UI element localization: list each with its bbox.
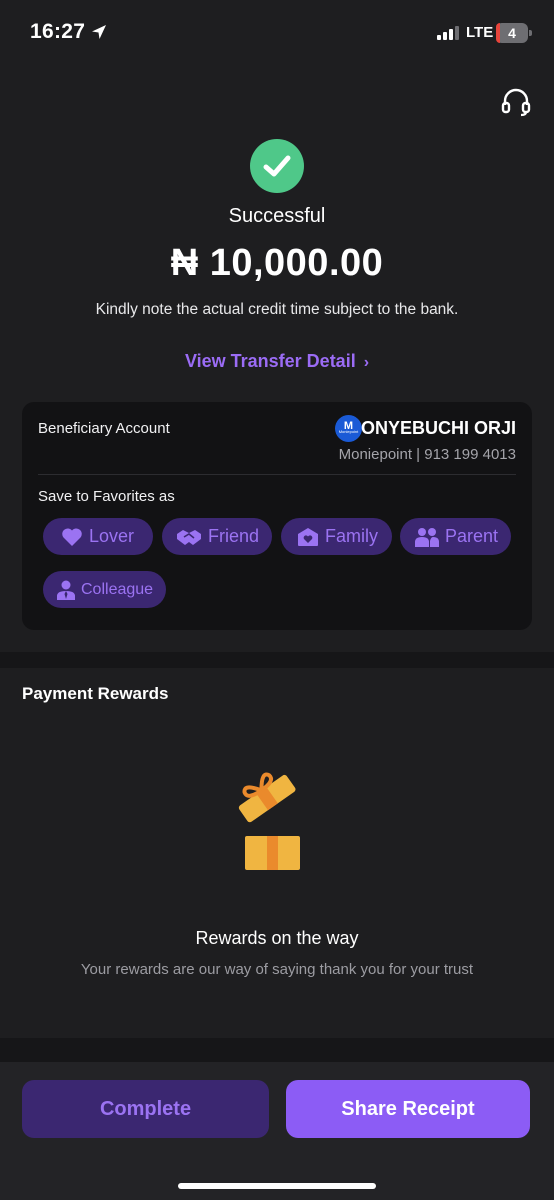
favorite-chip-parent[interactable]: Parent [400,518,511,555]
section-separator [0,652,554,668]
favorite-chip-label: Lover [89,526,135,546]
favorite-chip-family[interactable]: Family [281,518,392,555]
favorite-chip-label: Friend [208,526,260,546]
battery-tip [529,30,532,36]
favorite-chip-label: Family [325,526,378,546]
headset-icon[interactable] [500,86,532,118]
status-bar: 16:27 LTE 4 [0,0,554,64]
share-receipt-button[interactable]: Share Receipt [286,1080,530,1138]
payment-rewards-title: Payment Rewards [22,684,169,703]
battery-level: 4 [508,25,516,41]
handshake-icon [177,529,201,545]
battery-icon: 4 [496,23,528,43]
rewards-heading: Rewards on the way [195,928,359,948]
status-time: 16:27 [30,20,86,43]
bank-logo-text: Moniepoint [338,429,359,434]
beneficiary-label: Beneficiary Account [38,420,170,437]
signal-icon [437,26,459,40]
section-separator [0,1038,554,1062]
favorite-chip-friend[interactable]: Friend [162,518,272,555]
divider [38,474,516,475]
favorite-chip-lover[interactable]: Lover [43,518,153,555]
beneficiary-account: Moniepoint | 913 199 4013 [338,446,516,463]
favorite-chip-label: Parent [445,526,499,546]
transfer-amount: ₦ 10,000.00 [170,242,384,284]
chevron-right-icon: › [363,354,370,371]
heart-icon [62,527,82,546]
favorites-label: Save to Favorites as [38,488,175,505]
credit-time-note: Kindly note the actual credit time subje… [95,301,459,318]
gift-icon [238,772,300,870]
success-check-icon [250,139,304,193]
beneficiary-card: Beneficiary Account M Moniepoint ONYEBUC… [22,402,532,630]
complete-button[interactable]: Complete [22,1080,269,1138]
beneficiary-name: ONYEBUCHI ORJI [360,418,516,438]
location-arrow-icon [92,25,106,39]
view-transfer-detail-label: View Transfer Detail [184,351,356,371]
favorite-chip-colleague[interactable]: Colleague [43,571,166,608]
people-icon [415,527,439,547]
rewards-subtext: Your rewards are our way of saying thank… [80,961,474,978]
view-transfer-detail-link[interactable]: View Transfer Detail › [0,351,554,372]
home-heart-icon [298,527,318,546]
network-type: LTE [466,24,494,41]
status-title: Successful [228,205,326,227]
transfer-success-screen: 16:27 LTE 4 Successful ₦ 10,000.00 Kindl… [0,0,554,1200]
favorite-chip-label: Colleague [81,580,154,598]
home-indicator[interactable] [178,1183,376,1189]
person-icon [57,580,75,600]
bank-logo-icon: M Moniepoint [335,415,362,442]
